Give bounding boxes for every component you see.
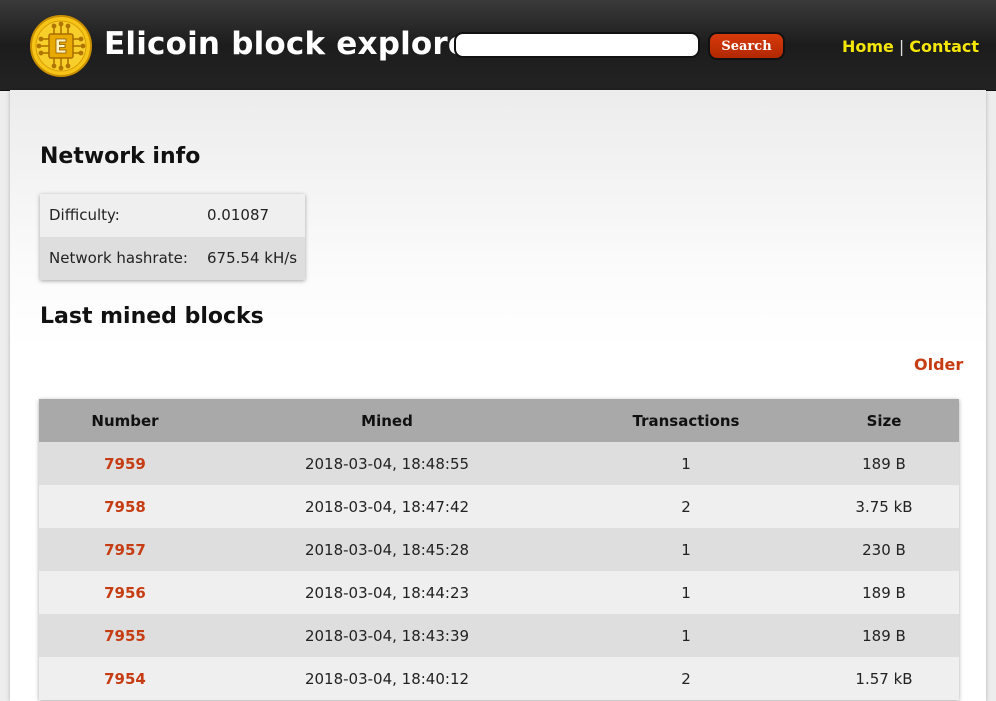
nav-separator: | [898, 37, 905, 56]
network-info-box: Difficulty: 0.01087 Network hashrate: 67… [40, 194, 305, 280]
block-transactions: 1 [563, 571, 809, 614]
table-row: 7959 2018-03-04, 18:48:55 1 189 B [39, 442, 959, 485]
column-header-size: Size [809, 399, 959, 442]
difficulty-value: 0.01087 [207, 206, 270, 224]
site-title[interactable]: Elicoin block explorer [104, 26, 485, 62]
search-input[interactable] [454, 32, 700, 58]
table-row: 7957 2018-03-04, 18:45:28 1 230 B [39, 528, 959, 571]
difficulty-label: Difficulty: [49, 206, 120, 224]
block-size: 3.75 kB [809, 485, 959, 528]
block-transactions: 1 [563, 528, 809, 571]
block-mined-time: 2018-03-04, 18:47:42 [211, 485, 563, 528]
block-mined-time: 2018-03-04, 18:40:12 [211, 657, 563, 700]
difficulty-row: Difficulty: 0.01087 [40, 194, 305, 237]
block-transactions: 2 [563, 657, 809, 700]
block-mined-time: 2018-03-04, 18:45:28 [211, 528, 563, 571]
network-info-heading: Network info [40, 144, 201, 169]
block-transactions: 1 [563, 442, 809, 485]
hashrate-value: 675.54 kH/s [207, 249, 298, 267]
last-mined-blocks-heading: Last mined blocks [40, 304, 264, 329]
block-size: 189 B [809, 571, 959, 614]
block-number-link[interactable]: 7959 [104, 455, 146, 473]
block-size: 230 B [809, 528, 959, 571]
elicoin-logo-icon[interactable] [30, 15, 92, 77]
hashrate-row: Network hashrate: 675.54 kH/s [40, 237, 305, 280]
column-header-mined: Mined [211, 399, 563, 442]
block-number-link[interactable]: 7958 [104, 498, 146, 516]
block-number-link[interactable]: 7956 [104, 584, 146, 602]
block-number-link[interactable]: 7954 [104, 670, 146, 688]
table-row: 7955 2018-03-04, 18:43:39 1 189 B [39, 614, 959, 657]
block-number-link[interactable]: 7957 [104, 541, 146, 559]
nav-home-link[interactable]: Home [842, 37, 894, 56]
column-header-transactions: Transactions [563, 399, 809, 442]
block-mined-time: 2018-03-04, 18:43:39 [211, 614, 563, 657]
block-transactions: 2 [563, 485, 809, 528]
top-nav: Home | Contact [842, 37, 979, 56]
table-header-row: Number Mined Transactions Size [39, 399, 959, 442]
block-size: 189 B [809, 442, 959, 485]
older-link[interactable]: Older [914, 355, 963, 374]
hashrate-label: Network hashrate: [49, 249, 188, 267]
block-number-link[interactable]: 7955 [104, 627, 146, 645]
table-row: 7956 2018-03-04, 18:44:23 1 189 B [39, 571, 959, 614]
block-mined-time: 2018-03-04, 18:44:23 [211, 571, 563, 614]
main-content: Network info Difficulty: 0.01087 Network… [10, 90, 986, 701]
search-button[interactable]: Search [708, 32, 785, 60]
site-header: Elicoin block explorer Search Home | Conta… [0, 0, 996, 91]
column-header-number: Number [39, 399, 211, 442]
block-transactions: 1 [563, 614, 809, 657]
nav-contact-link[interactable]: Contact [909, 37, 979, 56]
block-size: 1.57 kB [809, 657, 959, 700]
block-mined-time: 2018-03-04, 18:48:55 [211, 442, 563, 485]
table-row: 7958 2018-03-04, 18:47:42 2 3.75 kB [39, 485, 959, 528]
table-row: 7954 2018-03-04, 18:40:12 2 1.57 kB [39, 657, 959, 700]
blocks-table: Number Mined Transactions Size 7959 2018… [39, 399, 959, 700]
block-size: 189 B [809, 614, 959, 657]
